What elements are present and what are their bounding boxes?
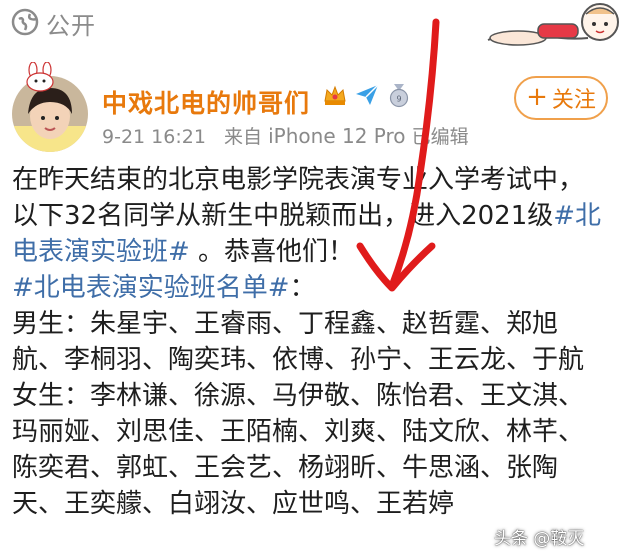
post-line: 女生：李林谦、徐源、马伊敬、陈怡君、王文淇、 [12,381,585,411]
post-line: 航、李桐羽、陶奕玮、依博、孙宁、王云龙、于航 [12,345,585,375]
watermark: 头条 @鞍灭 [494,529,585,549]
medal-icon[interactable]: 9 [386,82,412,108]
username[interactable]: 中戏北电的帅哥们 [102,84,310,120]
plus-icon: + [526,82,548,112]
top-bar: 公开 [0,0,624,52]
hashtag-link[interactable]: #北 [553,201,601,231]
post-line: 在昨天结束的北京电影学院表演专业入学考试中， [12,165,585,195]
paper-plane-icon[interactable] [354,82,380,108]
post-body: 在昨天结束的北京电影学院表演专业入学考试中， 以下32名同学从新生中脱颖而出，进… [12,162,616,522]
post-line: #北电表演实验班名单#： [12,273,316,303]
post-header: 中戏北电的帅哥们 9 9-21 16:21 来自 iPhone 12 Pro 已… [0,61,624,158]
post-line: 电表演实验班# 。恭喜他们！ [12,237,355,267]
post-line: 陈奕君、郭虹、王会艺、杨翊昕、牛思涵、张陶 [12,453,559,483]
globe-icon [10,7,40,37]
follow-button[interactable]: + 关注 [514,76,608,120]
crown-vip-icon[interactable] [322,82,348,108]
post-line: 天、王奕艨、白翊汝、应世鸣、王若婷 [12,489,455,519]
post-timestamp: 9-21 16:21 [102,126,206,148]
source-prefix: 来自 [224,126,263,148]
post-line: 玛丽娅、刘思佳、王陌楠、刘爽、陆文欣、林芊、 [12,417,585,447]
svg-text:9: 9 [396,95,401,104]
hashtag-link[interactable]: 电表演实验班# [12,237,190,267]
post-line: 男生：朱星宇、王睿雨、丁程鑫、赵哲霆、郑旭 [12,309,559,339]
hashtag-link[interactable]: #北电表演实验班名单# [12,273,290,303]
edited-label[interactable]: 已编辑 [412,126,469,148]
device-label[interactable]: iPhone 12 Pro [268,124,405,148]
cartoon-sticker-icon [478,0,624,50]
post-meta: 9-21 16:21 来自 iPhone 12 Pro 已编辑 [102,122,469,149]
visibility-label[interactable]: 公开 [46,6,96,41]
bunny-badge-icon [22,61,58,92]
post-line: 以下32名同学从新生中脱颖而出，进入2021级#北 [12,201,602,231]
user-badges: 9 [322,82,412,108]
follow-label: 关注 [551,88,596,113]
